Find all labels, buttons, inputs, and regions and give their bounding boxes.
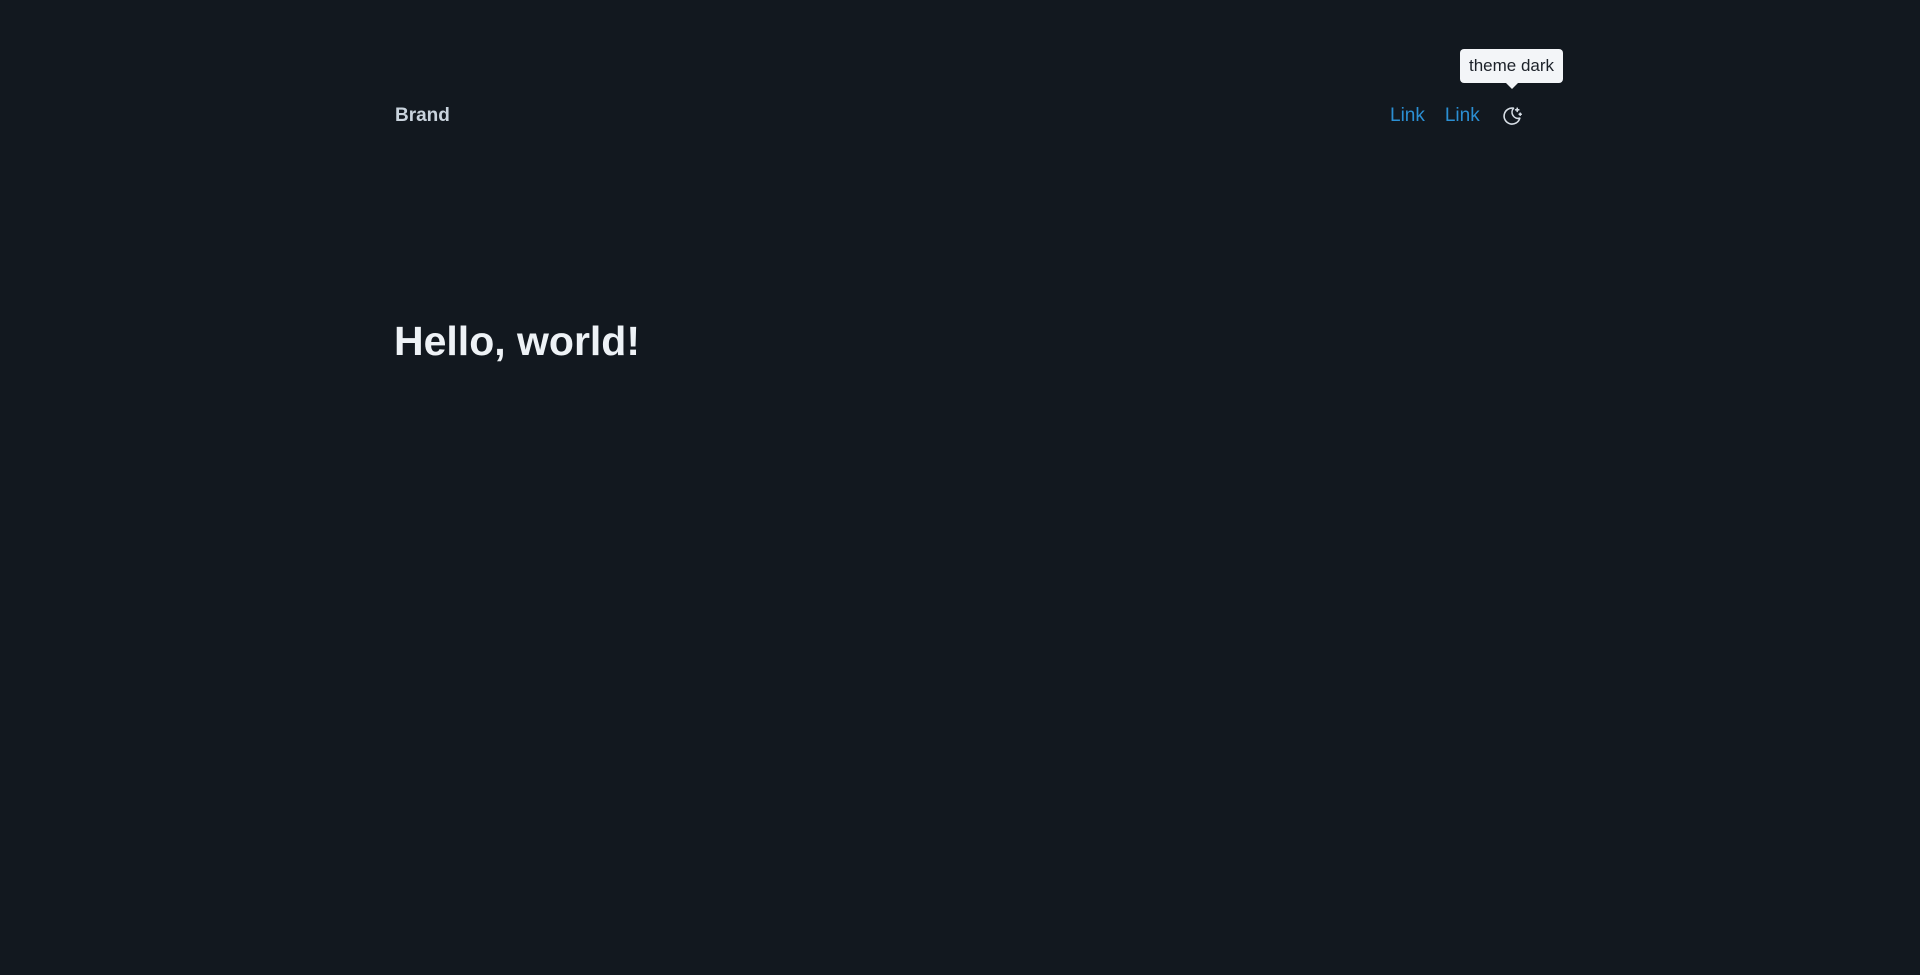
theme-tooltip-text: theme dark bbox=[1469, 56, 1555, 75]
nav-link-1[interactable]: Link bbox=[1390, 102, 1425, 130]
theme-toggle-button[interactable] bbox=[1498, 102, 1526, 130]
tooltip-arrow bbox=[1505, 83, 1518, 89]
page: Brand Link Link theme dark Hello, world! bbox=[0, 0, 1920, 975]
brand-link[interactable]: Brand bbox=[395, 104, 450, 128]
moon-stars-icon bbox=[1503, 107, 1522, 125]
theme-tooltip: theme dark bbox=[1460, 49, 1564, 89]
navbar-links: Link Link bbox=[1390, 102, 1526, 130]
page-heading: Hello, world! bbox=[394, 318, 640, 364]
nav-link-2[interactable]: Link bbox=[1445, 102, 1480, 130]
